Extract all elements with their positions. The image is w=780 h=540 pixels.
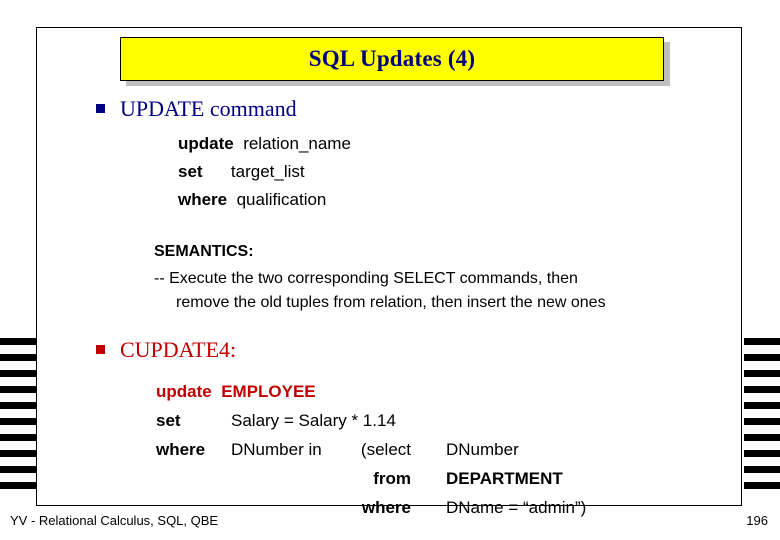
decorative-stripes-right [744, 338, 780, 489]
example-set-line: set Salary = Salary * 1.14 [156, 406, 742, 435]
bullet-cupdate4: CUPDATE4: [36, 337, 742, 363]
update-syntax-block: update relation_name set target_list whe… [36, 130, 742, 214]
page-title: SQL Updates (4) [308, 46, 476, 71]
stripe-bar [744, 450, 780, 457]
semantics-block: SEMANTICS: -- Execute the two correspond… [36, 240, 742, 315]
subquery-from-table: DEPARTMENT [446, 469, 563, 488]
bullet-update-command: UPDATE command [36, 96, 742, 122]
semantics-line-2: remove the old tuples from relation, the… [176, 294, 606, 311]
subquery-select-line: (select DNumber [156, 435, 742, 464]
stripe-bar [0, 370, 36, 377]
syntax-keyword: update [178, 134, 234, 153]
stripe-bar [0, 354, 36, 361]
stripe-bar [0, 450, 36, 457]
bullet-square-icon [96, 345, 105, 354]
subquery-from-line: from DEPARTMENT [156, 464, 742, 493]
slide-title-box: SQL Updates (4) [120, 37, 664, 81]
syntax-keyword: where [178, 190, 228, 209]
example-query-block: update EMPLOYEE set Salary = Salary * 1.… [36, 377, 742, 522]
syntax-argument: qualification [236, 190, 327, 209]
stripe-bar [744, 466, 780, 473]
stripe-bar [744, 482, 780, 489]
example-update-keyword: update [156, 382, 212, 401]
example-update-target: EMPLOYEE [221, 382, 316, 401]
subquery-from-keyword: from [373, 469, 411, 488]
subquery-open-keyword: (select [360, 440, 411, 459]
stripe-bar [744, 402, 780, 409]
stripe-bar [0, 482, 36, 489]
page-number: 196 [746, 513, 768, 528]
example-set-keyword: set [156, 411, 181, 430]
stripe-bar [744, 434, 780, 441]
subquery-select-list: DNumber [446, 440, 519, 459]
stripe-bar [744, 338, 780, 345]
stripe-bar [744, 418, 780, 425]
example-update-line: update EMPLOYEE [156, 377, 742, 406]
syntax-argument: target_list [230, 162, 305, 181]
syntax-argument: relation_name [243, 134, 351, 153]
stripe-bar [0, 434, 36, 441]
syntax-line: update relation_name [178, 130, 742, 158]
semantics-heading: SEMANTICS: [154, 243, 254, 260]
stripe-bar [744, 354, 780, 361]
subquery-where-line: where DName = “admin”) [156, 493, 742, 522]
syntax-keyword: set [178, 162, 203, 181]
stripe-bar [744, 370, 780, 377]
footer-note: YV - Relational Calculus, SQL, QBE [10, 513, 219, 528]
slide-content: UPDATE command update relation_name set … [36, 96, 742, 522]
syntax-line: set target_list [178, 158, 742, 186]
stripe-bar [0, 386, 36, 393]
stripe-bar [0, 338, 36, 345]
bullet-label: CUPDATE4: [120, 337, 237, 362]
stripe-bar [0, 466, 36, 473]
subquery-where-condition: DName = “admin”) [446, 498, 587, 517]
decorative-stripes-left [0, 338, 36, 489]
syntax-line: where qualification [178, 186, 742, 214]
stripe-bar [744, 386, 780, 393]
bullet-label: UPDATE command [120, 96, 297, 121]
stripe-bar [0, 402, 36, 409]
bullet-square-icon [96, 104, 105, 113]
stripe-bar [0, 418, 36, 425]
example-set-expression: Salary = Salary * 1.14 [231, 411, 396, 430]
semantics-line-1: -- Execute the two corresponding SELECT … [154, 270, 578, 287]
